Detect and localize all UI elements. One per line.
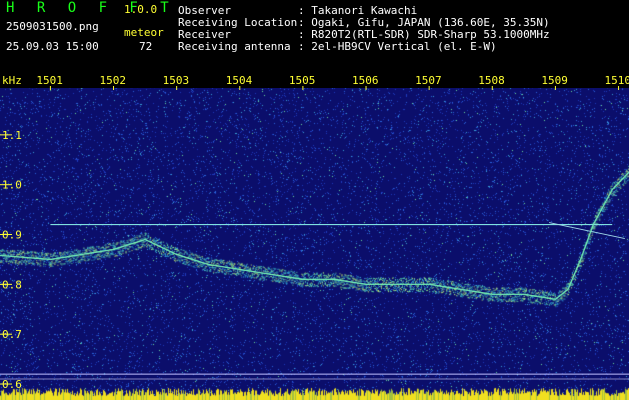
file-name: 2509031500.png [6, 20, 99, 33]
x-tick-label: 1508 [478, 74, 505, 87]
x-tick-label: 1505 [289, 74, 316, 87]
x-tick-label: 1503 [163, 74, 190, 87]
spectrogram-overlay: 1.1 1.0 0.9 0.8 0.7 0.6 1501 1502 1503 1504 1505 15… [0, 62, 629, 391]
y-tick-label: 0.6 [2, 378, 22, 391]
x-tick-label: 1507 [415, 74, 442, 87]
drift-trace [0, 170, 629, 301]
spectrogram-plot: 1.1 1.0 0.9 0.8 0.7 0.6 1501 1502 1503 1504 1505 15… [0, 62, 629, 400]
antenna-value: : 2el-HB9CV Vertical (el. E-W) [298, 40, 497, 53]
x-tick-label: 1502 [100, 74, 127, 87]
meteor-label: meteor [124, 26, 164, 39]
capture-datetime: 25.09.03 15:00 [6, 40, 99, 53]
header-panel: H R O F F T 1.0.0 2509031500.png meteor … [0, 0, 629, 62]
x-tick-label: 1509 [541, 74, 568, 87]
app-version: 1.0.0 [124, 3, 158, 16]
y-tick-label: 0.7 [2, 328, 22, 341]
y-tick-label: 1.1 [2, 129, 22, 142]
x-tick-label: 1506 [352, 74, 379, 87]
y-tick-label: 0.9 [2, 229, 22, 242]
meteor-count: 72 [139, 40, 153, 53]
y-tick-label: 0.8 [2, 278, 22, 291]
x-tick-label: 1510 [605, 74, 629, 87]
antenna-label: Receiving antenna [178, 40, 291, 53]
x-tick-label: 1504 [226, 74, 253, 87]
y-axis-unit-label: kHz [2, 74, 22, 87]
y-tick-label: 1.0 [2, 179, 22, 192]
x-tick-label: 1501 [36, 74, 63, 87]
